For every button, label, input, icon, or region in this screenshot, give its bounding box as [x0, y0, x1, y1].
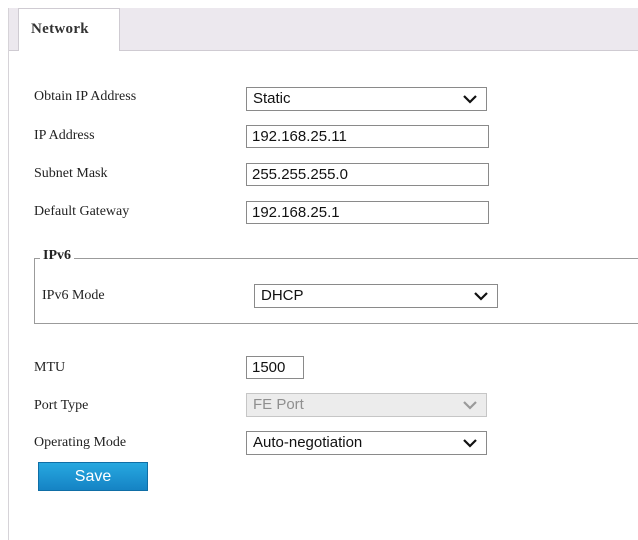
obtain-ip-value: Static	[253, 90, 291, 107]
ipv6-mode-value: DHCP	[261, 287, 304, 304]
port-type-value: FE Port	[253, 396, 304, 413]
subnet-mask-label: Subnet Mask	[34, 166, 108, 181]
chevron-down-icon	[463, 95, 477, 104]
obtain-ip-label: Obtain IP Address	[34, 89, 137, 104]
port-type-select: FE Port	[246, 393, 487, 417]
ipv6-mode-select[interactable]: DHCP	[254, 284, 498, 308]
operating-mode-select[interactable]: Auto-negotiation	[246, 431, 487, 455]
mtu-input[interactable]: 1500	[246, 356, 304, 379]
chevron-down-icon	[474, 292, 488, 301]
mtu-label: MTU	[34, 360, 66, 375]
save-button[interactable]: Save	[38, 462, 148, 491]
default-gateway-label: Default Gateway	[34, 204, 130, 219]
ip-address-input[interactable]: 192.168.25.11	[246, 125, 489, 148]
ip-address-label: IP Address	[34, 128, 95, 143]
obtain-ip-select[interactable]: Static	[246, 87, 487, 111]
operating-mode-label: Operating Mode	[34, 435, 127, 450]
port-type-label: Port Type	[34, 398, 89, 413]
ipv6-legend: IPv6	[40, 248, 74, 264]
chevron-down-icon	[463, 439, 477, 448]
default-gateway-input[interactable]: 192.168.25.1	[246, 201, 489, 224]
tab-network[interactable]: Network	[18, 8, 120, 51]
subnet-mask-input[interactable]: 255.255.255.0	[246, 163, 489, 186]
ipv6-mode-label: IPv6 Mode	[42, 288, 105, 303]
operating-mode-value: Auto-negotiation	[253, 434, 363, 451]
chevron-down-icon	[463, 401, 477, 410]
